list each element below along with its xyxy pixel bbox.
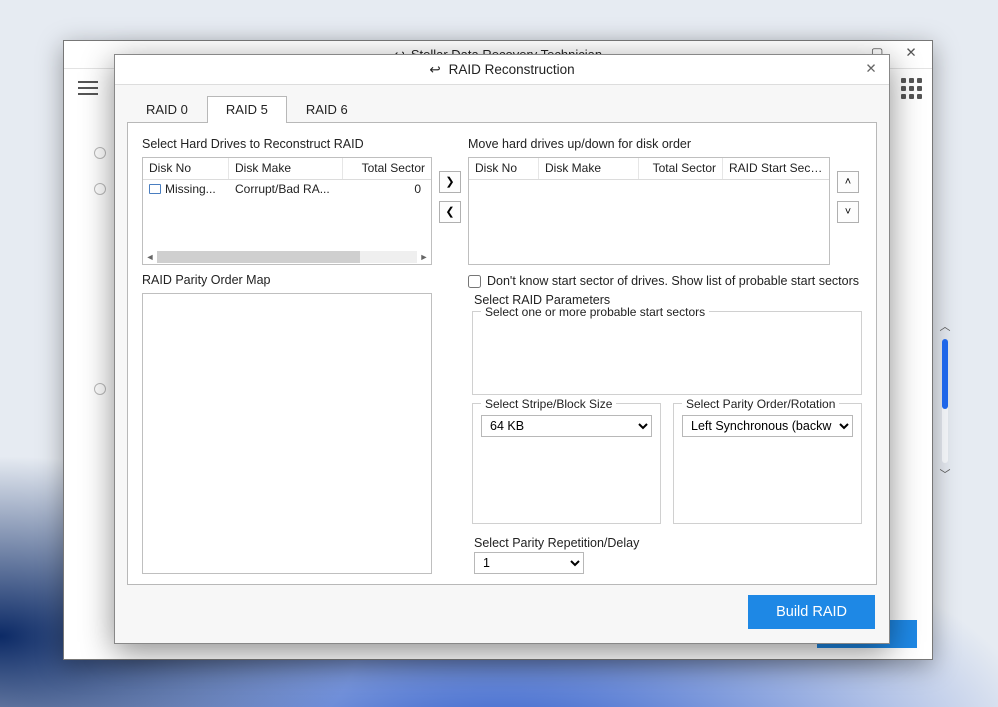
col2-start-sector: RAID Start Sector — [723, 158, 829, 179]
dont-know-start-checkbox[interactable] — [468, 275, 481, 288]
build-raid-button[interactable]: Build RAID — [748, 595, 875, 629]
disk-icon — [149, 184, 161, 194]
scroll-up-icon[interactable]: ︿ — [940, 321, 951, 333]
parity-map — [142, 293, 432, 574]
source-hscroll[interactable]: ◄ ► — [143, 250, 431, 264]
col-disk-make: Disk Make — [229, 158, 343, 179]
parity-delay-select[interactable]: 1 — [474, 552, 584, 574]
parity-map-label: RAID Parity Order Map — [142, 269, 432, 287]
tab-raid6[interactable]: RAID 6 — [287, 96, 367, 123]
main-close-button[interactable]: ✕ — [894, 41, 928, 65]
col2-disk-make: Disk Make — [539, 158, 639, 179]
dialog-titlebar: ↩ RAID Reconstruction ✕ — [115, 55, 889, 85]
col-disk-no: Disk No — [143, 158, 229, 179]
dont-know-start-label: Don't know start sector of drives. Show … — [487, 274, 859, 288]
tab-raid0[interactable]: RAID 0 — [127, 96, 207, 123]
dialog-close-button[interactable]: ✕ — [857, 57, 885, 81]
col2-total-sector: Total Sector — [639, 158, 723, 179]
parity-order-legend: Select Parity Order/Rotation — [682, 397, 839, 411]
menu-icon[interactable] — [74, 73, 102, 103]
apps-grid-icon[interactable] — [901, 78, 922, 99]
probable-start-sectors-list[interactable] — [481, 323, 853, 379]
parity-order-select[interactable]: Left Synchronous (backward — [682, 415, 853, 437]
move-up-button[interactable]: ˄ — [837, 171, 859, 193]
col-total-sector: Total Sector — [343, 158, 431, 179]
source-drives-list[interactable]: Disk No Disk Make Total Sector Missing..… — [142, 157, 432, 265]
add-drive-button[interactable]: ❯ — [439, 171, 461, 193]
back-icon: ↩ — [429, 62, 440, 78]
remove-drive-button[interactable]: ❮ — [439, 201, 461, 223]
scroll-left-icon[interactable]: ◄ — [143, 252, 157, 262]
main-scrollbar[interactable]: ︿ ﹀ — [936, 321, 954, 481]
tab-raid5[interactable]: RAID 5 — [207, 96, 287, 123]
raid-reconstruction-dialog: ↩ RAID Reconstruction ✕ RAID 0 RAID 5 RA… — [114, 54, 890, 644]
start-sectors-legend: Select one or more probable start sector… — [481, 305, 709, 319]
raid5-panel: Select Hard Drives to Reconstruct RAID M… — [127, 122, 877, 585]
col2-disk-no: Disk No — [469, 158, 539, 179]
stripe-legend: Select Stripe/Block Size — [481, 397, 616, 411]
source-drives-label: Select Hard Drives to Reconstruct RAID — [142, 137, 432, 151]
scroll-right-icon[interactable]: ► — [417, 252, 431, 262]
move-down-button[interactable]: ˅ — [837, 201, 859, 223]
stripe-size-select[interactable]: 64 KB — [481, 415, 652, 437]
drive-row[interactable]: Missing... Corrupt/Bad RA... 0 — [143, 180, 431, 198]
raid-tabs: RAID 0 RAID 5 RAID 6 — [115, 85, 889, 122]
dialog-title: RAID Reconstruction — [449, 62, 575, 77]
ordered-drives-list[interactable]: Disk No Disk Make Total Sector RAID Star… — [468, 157, 830, 265]
parity-delay-label: Select Parity Repetition/Delay — [474, 536, 862, 550]
ordered-drives-label: Move hard drives up/down for disk order — [468, 137, 862, 151]
scroll-down-icon[interactable]: ﹀ — [940, 469, 951, 481]
